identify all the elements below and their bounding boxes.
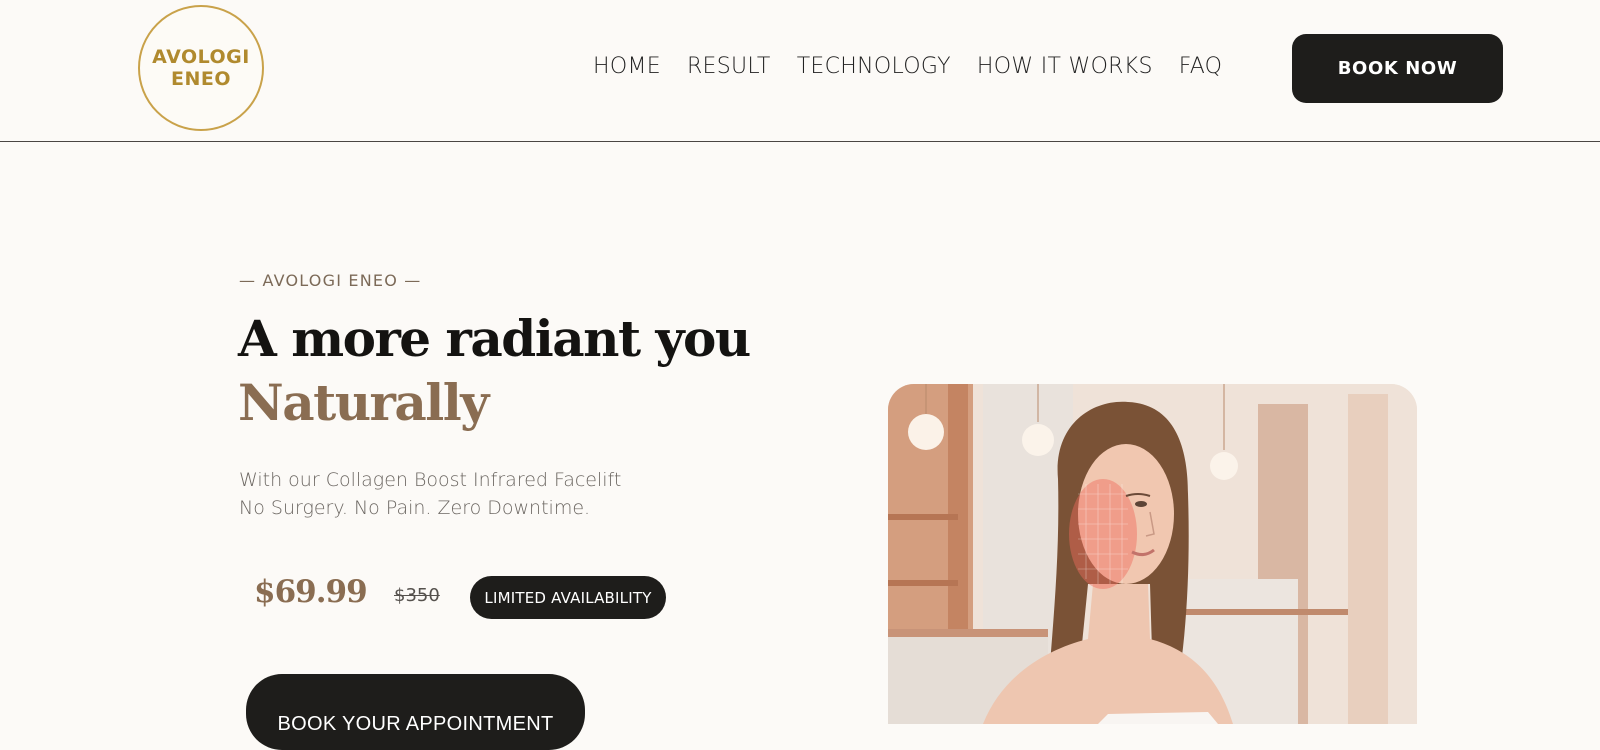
logo-line-2: ENEO (170, 68, 231, 90)
site-header: AVOLOGI ENEO HOME RESULT TECHNOLOGY HOW … (0, 0, 1600, 142)
spa-portrait-illustration (888, 384, 1417, 724)
nav-technology[interactable]: TECHNOLOGY (797, 52, 951, 82)
hero-title-accent: Naturally (238, 373, 489, 432)
hero-subtitle-line-1: With our Collagen Boost Infrared Facelif… (239, 469, 622, 491)
book-now-button[interactable]: BOOK NOW (1292, 34, 1503, 103)
nav-faq[interactable]: FAQ (1179, 52, 1223, 82)
brand-logo[interactable]: AVOLOGI ENEO (138, 5, 264, 131)
nav-how-it-works[interactable]: HOW IT WORKS (977, 52, 1153, 82)
logo-line-1: AVOLOGI (152, 46, 250, 68)
nav-home[interactable]: HOME (593, 52, 661, 82)
hero-subtitle-line-2: No Surgery. No Pain. Zero Downtime. (239, 497, 591, 519)
hero-title: A more radiant you (238, 309, 751, 368)
hero-image (888, 384, 1417, 724)
hero-eyebrow: — AVOLOGI ENEO — (239, 271, 422, 290)
sale-price: $69.99 (254, 574, 368, 610)
hero-subtitle: With our Collagen Boost Infrared Facelif… (239, 466, 621, 522)
limited-availability-badge: LIMITED AVAILABILITY (470, 576, 666, 619)
main-nav: HOME RESULT TECHNOLOGY HOW IT WORKS FAQ (593, 52, 1248, 82)
nav-result[interactable]: RESULT (687, 52, 771, 82)
book-appointment-button[interactable]: BOOK YOUR APPOINTMENT (246, 674, 585, 750)
original-price: $350 (394, 585, 440, 606)
